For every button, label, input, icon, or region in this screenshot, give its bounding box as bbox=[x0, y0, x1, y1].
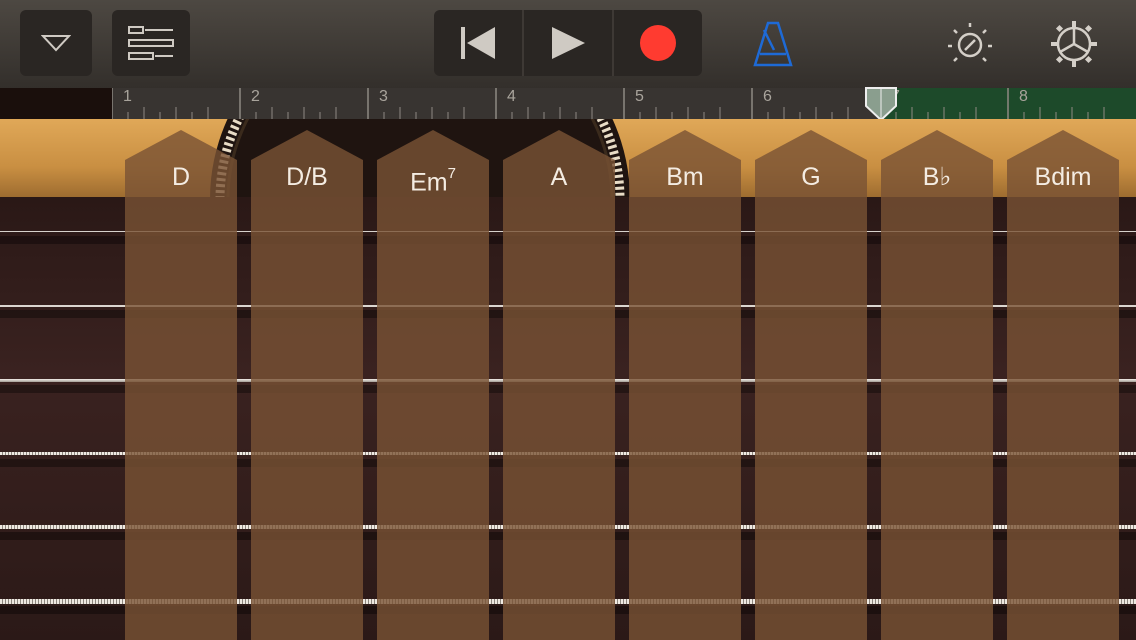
record-button[interactable] bbox=[612, 10, 702, 76]
chord-root: G bbox=[801, 163, 821, 191]
chord-strip[interactable] bbox=[881, 130, 993, 640]
chord-strip[interactable] bbox=[629, 130, 741, 640]
record-icon bbox=[640, 25, 676, 61]
play-button[interactable] bbox=[522, 10, 612, 76]
timeline-ruler[interactable]: 12345678 bbox=[112, 88, 1136, 119]
chord-root: D bbox=[171, 163, 191, 191]
chord-root: B♭ bbox=[922, 163, 952, 191]
chord-strip[interactable] bbox=[1007, 130, 1119, 640]
settings-button[interactable] bbox=[1046, 16, 1102, 72]
chord-extension: 7 bbox=[447, 165, 456, 182]
control-bar bbox=[0, 0, 1136, 88]
chord-label: G bbox=[755, 160, 867, 194]
instrument-browser-button[interactable] bbox=[20, 10, 92, 76]
ruler-bar-number: 3 bbox=[379, 88, 388, 105]
chord-root: Bm bbox=[666, 163, 704, 191]
transport-controls bbox=[434, 10, 702, 76]
chord-label: D bbox=[125, 160, 237, 194]
chord-root: Bdim bbox=[1034, 163, 1092, 191]
ruler-bar-number: 8 bbox=[1019, 88, 1028, 105]
play-icon bbox=[552, 27, 585, 59]
chord-strip[interactable] bbox=[503, 130, 615, 640]
ruler-ticks bbox=[112, 88, 1105, 119]
chord-root: D/B bbox=[286, 163, 328, 191]
gear-icon bbox=[1051, 21, 1097, 67]
chord-label: D/B bbox=[251, 160, 363, 194]
master-effects-knob-icon bbox=[948, 23, 992, 62]
chord-root: Em bbox=[410, 168, 448, 197]
chord-label: Em7 bbox=[377, 160, 489, 199]
go-to-beginning-button[interactable] bbox=[434, 10, 522, 76]
ruler-bar-number: 4 bbox=[507, 88, 516, 105]
chord-strip[interactable] bbox=[251, 130, 363, 640]
triangle-down-icon bbox=[41, 35, 71, 52]
ruler-bar-number: 5 bbox=[635, 88, 644, 105]
go-to-beginning-icon bbox=[461, 27, 495, 59]
metronome-button[interactable] bbox=[745, 16, 801, 72]
tracks-view-icon bbox=[128, 26, 174, 60]
chord-label: Bm bbox=[629, 160, 741, 194]
chord-strip[interactable] bbox=[377, 130, 489, 640]
ruler-bar-number: 6 bbox=[763, 88, 772, 105]
tracks-view-button[interactable] bbox=[112, 10, 190, 76]
chord-root: A bbox=[550, 163, 568, 191]
chord-label: B♭ bbox=[881, 160, 993, 194]
chord-strip[interactable] bbox=[755, 130, 867, 640]
metronome-icon bbox=[753, 21, 793, 67]
ruler-bar-number: 2 bbox=[251, 88, 260, 105]
chord-strip[interactable] bbox=[125, 130, 237, 640]
master-effects-button[interactable] bbox=[942, 16, 998, 72]
playhead-icon[interactable] bbox=[864, 86, 898, 122]
chord-label: Bdim bbox=[1007, 160, 1119, 194]
ruler-bar-number: 1 bbox=[123, 88, 132, 105]
chord-label: A bbox=[503, 160, 615, 194]
